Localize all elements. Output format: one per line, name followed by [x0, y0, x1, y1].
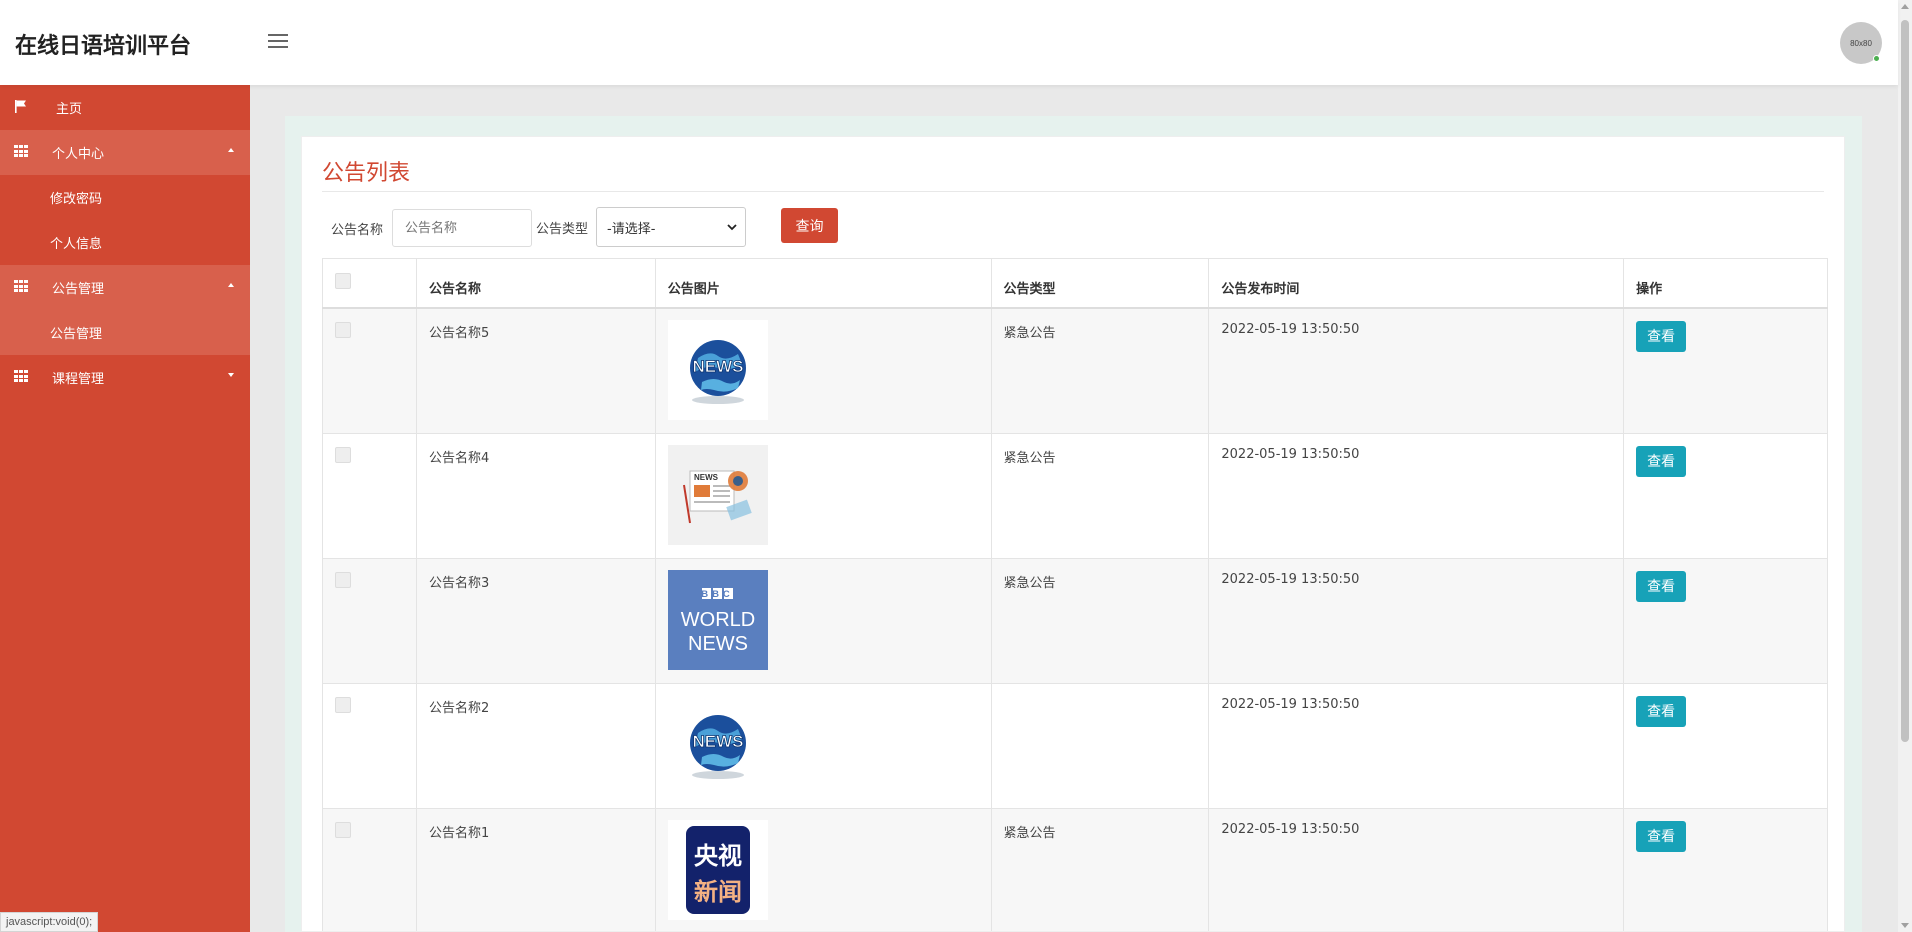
view-button[interactable]: 查看 — [1636, 570, 1687, 602]
link-status-bar: javascript:void(0); — [0, 912, 99, 932]
notice-table: 公告名称 公告图片 公告类型 公告发布时间 操作 公告名称5 NEWS 紧急公告… — [322, 258, 1828, 931]
grid-icon — [14, 370, 28, 383]
cctv-news-image: 央视 新闻 — [667, 819, 768, 920]
row-checkbox[interactable] — [335, 571, 351, 588]
caret-up-icon — [228, 148, 234, 152]
notice-image-cell: 央视 新闻 — [654, 807, 992, 931]
notice-type — [990, 682, 1210, 809]
notice-name: 公告名称4 — [415, 432, 656, 559]
table-row: 公告名称2 NEWS 2022-05-19 13:50:50 查看 — [322, 682, 1828, 809]
notice-image-cell: NEWS — [654, 682, 992, 809]
column-header: 公告名称 — [415, 258, 656, 309]
top-header: 在线日语培训平台 80x80 — [0, 0, 1898, 85]
sidebar-subitem-notice-management[interactable]: 公告管理 — [0, 310, 250, 355]
row-checkbox[interactable] — [335, 446, 351, 463]
query-button[interactable]: 查询 — [781, 208, 838, 243]
image-text: NEWS — [694, 473, 719, 482]
view-button[interactable]: 查看 — [1636, 820, 1687, 852]
page-scrollbar[interactable] — [1898, 0, 1912, 932]
table-row: 公告名称4 NEWS 紧急公告 2022-05-19 13:50:50 查看 — [322, 432, 1828, 559]
bbc-world-news-image: BBC WORLD NEWS — [667, 569, 768, 670]
notice-publish-time: 2022-05-19 13:50:50 — [1208, 807, 1625, 931]
grid-icon — [14, 145, 28, 158]
column-header: 公告图片 — [654, 258, 992, 309]
avatar-placeholder-text: 80x80 — [1850, 38, 1872, 48]
search-name-input[interactable] — [392, 209, 532, 247]
sidebar-item-label: 个人中心 — [52, 147, 105, 162]
sidebar-item-course-management[interactable]: 课程管理 — [0, 355, 250, 400]
notice-name: 公告名称1 — [415, 807, 656, 931]
notice-image-cell: NEWS — [654, 307, 992, 434]
image-text: NEWS — [692, 732, 743, 751]
image-text: NEWS — [692, 357, 743, 376]
notice-publish-time: 2022-05-19 13:50:50 — [1208, 307, 1625, 434]
scroll-down-icon[interactable] — [1901, 923, 1909, 928]
column-header: 操作 — [1623, 258, 1828, 309]
news-globe-image: NEWS — [667, 319, 768, 420]
app-title: 在线日语培训平台 — [15, 34, 192, 59]
notice-publish-time: 2022-05-19 13:50:50 — [1208, 682, 1625, 809]
table-header-row: 公告名称 公告图片 公告类型 公告发布时间 操作 — [322, 258, 1828, 309]
table-row: 公告名称5 NEWS 紧急公告 2022-05-19 13:50:50 查看 — [322, 307, 1828, 434]
online-status-icon — [1873, 55, 1880, 62]
view-button[interactable]: 查看 — [1636, 695, 1687, 727]
title-divider — [322, 191, 1824, 192]
page-title: 公告列表 — [322, 161, 411, 186]
notice-type: 紧急公告 — [990, 432, 1210, 559]
sidebar-item-label: 主页 — [56, 102, 83, 117]
sidebar-item-home[interactable]: 主页 — [0, 85, 250, 130]
sidebar-item-notice-management[interactable]: 公告管理 — [0, 265, 250, 310]
sidebar-subitem-change-password[interactable]: 修改密码 — [0, 175, 250, 220]
row-checkbox[interactable] — [335, 696, 351, 713]
row-checkbox[interactable] — [335, 821, 351, 838]
column-header: 公告类型 — [990, 258, 1210, 309]
menu-toggle-icon[interactable] — [268, 34, 288, 50]
caret-down-icon — [228, 373, 234, 377]
notice-type: 紧急公告 — [990, 307, 1210, 434]
chevron-down-icon — [727, 224, 737, 231]
scroll-up-icon[interactable] — [1901, 4, 1909, 9]
table-row: 公告名称3 BBC WORLD NEWS 紧急公告 2022-05-19 13:… — [322, 557, 1828, 684]
search-name-label: 公告名称 — [331, 223, 384, 238]
notice-name: 公告名称3 — [415, 557, 656, 684]
image-text: 新闻 — [694, 878, 742, 906]
column-header: 公告发布时间 — [1208, 258, 1625, 309]
select-all-checkbox[interactable] — [335, 273, 351, 289]
notice-publish-time: 2022-05-19 13:50:50 — [1208, 557, 1625, 684]
notice-image-cell: NEWS — [654, 432, 992, 559]
table-row: 公告名称1 央视 新闻 紧急公告 2022-05-19 13:50:50 查看 — [322, 807, 1828, 931]
notice-publish-time: 2022-05-19 13:50:50 — [1208, 432, 1625, 559]
flag-icon — [15, 100, 26, 113]
view-button[interactable]: 查看 — [1636, 320, 1687, 352]
news-globe-image: NEWS — [667, 694, 768, 795]
sidebar-item-label: 课程管理 — [52, 372, 105, 387]
image-text: BBC — [701, 589, 734, 600]
grid-icon — [14, 280, 28, 293]
image-text: NEWS — [688, 633, 748, 655]
notice-name: 公告名称5 — [415, 307, 656, 434]
header-select-all — [322, 258, 417, 309]
notice-type-select[interactable]: -请选择- — [596, 207, 746, 247]
notice-list-card: 公告列表 公告名称 公告类型 -请选择- 查询 公告名称 公告图片 公告类型 公… — [301, 136, 1845, 932]
search-type-label: 公告类型 — [536, 222, 589, 237]
scrollbar-thumb[interactable] — [1901, 20, 1909, 742]
caret-up-icon — [228, 283, 234, 287]
sidebar-item-personal-center[interactable]: 个人中心 — [0, 130, 250, 175]
newspaper-image: NEWS — [667, 444, 768, 545]
select-value: -请选择- — [607, 221, 656, 237]
row-checkbox[interactable] — [335, 321, 351, 338]
sidebar: 主页 个人中心 修改密码 个人信息 公告管理 公告管理 课程管理 — [0, 85, 250, 932]
notice-type: 紧急公告 — [990, 557, 1210, 684]
image-text: 央视 — [694, 842, 742, 870]
image-text: WORLD — [681, 609, 755, 631]
notice-type: 紧急公告 — [990, 807, 1210, 931]
view-button[interactable]: 查看 — [1636, 445, 1687, 477]
user-avatar[interactable]: 80x80 — [1840, 22, 1882, 64]
sidebar-item-label: 公告管理 — [52, 282, 105, 297]
notice-image-cell: BBC WORLD NEWS — [654, 557, 992, 684]
notice-name: 公告名称2 — [415, 682, 656, 809]
sidebar-subitem-personal-info[interactable]: 个人信息 — [0, 220, 250, 265]
